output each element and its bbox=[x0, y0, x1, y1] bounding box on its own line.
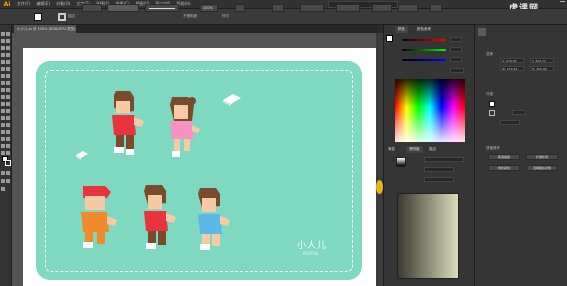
shape-builder-tool[interactable] bbox=[1, 94, 11, 100]
window-controls bbox=[560, 1, 565, 6]
menu-edit[interactable]: 编辑(E) bbox=[33, 1, 53, 7]
appearance-section-title: 外观 bbox=[486, 92, 493, 96]
ungroup-button[interactable]: 取消编组 bbox=[488, 154, 520, 160]
variable-width-profile[interactable] bbox=[107, 4, 139, 12]
blend-tool[interactable] bbox=[1, 129, 11, 135]
artboard-tool[interactable] bbox=[1, 143, 11, 149]
blue-value[interactable] bbox=[450, 57, 462, 62]
artwork-title: 小人儿 bbox=[297, 241, 328, 251]
cloud-icon bbox=[76, 151, 88, 160]
transform-section-title: 变换 bbox=[486, 52, 493, 56]
gradient-aspect-field[interactable] bbox=[424, 177, 454, 182]
tab-color[interactable]: 颜色 bbox=[395, 26, 408, 33]
recolor-button[interactable]: 重新着色 bbox=[488, 165, 520, 171]
perspective-tool[interactable] bbox=[1, 101, 11, 107]
width-field[interactable]: W: 153.29 bbox=[500, 66, 524, 71]
gradient-tool[interactable] bbox=[1, 115, 11, 121]
transform-button[interactable] bbox=[430, 4, 442, 12]
hex-value[interactable] bbox=[450, 68, 464, 73]
color-fill-swatch[interactable] bbox=[386, 35, 393, 42]
vertical-scrollbar[interactable] bbox=[376, 33, 383, 286]
app-logo: Ai bbox=[3, 0, 11, 8]
red-value[interactable] bbox=[450, 37, 462, 42]
menu-object[interactable]: 对象(O) bbox=[53, 1, 73, 7]
menu-file[interactable]: 文件(F) bbox=[14, 1, 33, 7]
y-position-field[interactable]: Y: 402.72 bbox=[530, 58, 554, 63]
type-tool[interactable] bbox=[1, 52, 11, 58]
green-slider[interactable] bbox=[402, 49, 446, 51]
style-dropdown[interactable] bbox=[235, 4, 245, 12]
paintbrush-tool[interactable] bbox=[1, 66, 11, 72]
blue-slider[interactable] bbox=[402, 59, 446, 61]
height-field[interactable]: H: 200.96 bbox=[530, 66, 554, 71]
tab-color-guide[interactable]: 颜色参考 bbox=[414, 26, 434, 33]
color-mode-buttons[interactable] bbox=[1, 170, 11, 176]
cursor-highlight-icon bbox=[376, 180, 383, 194]
boy-red-shirt-figure bbox=[112, 91, 144, 155]
document-tab[interactable]: 小人儿.ai @ 100% (RGB/GPU 预览) bbox=[14, 25, 76, 33]
gradient-angle-field[interactable] bbox=[424, 167, 454, 172]
eraser-tool[interactable] bbox=[1, 73, 11, 79]
boy-red-shirt-2-figure bbox=[144, 185, 176, 249]
pen-tool[interactable] bbox=[1, 45, 11, 51]
minimize-icon[interactable] bbox=[560, 1, 565, 6]
select-similar-button[interactable]: 选择相似对象 bbox=[526, 165, 558, 171]
width-tool[interactable] bbox=[1, 87, 11, 93]
x-field[interactable] bbox=[300, 4, 324, 12]
tab-gradient[interactable]: 渐变 bbox=[385, 146, 398, 153]
gradient-preview[interactable] bbox=[397, 193, 459, 279]
tab-transparency[interactable]: 透明度 bbox=[406, 146, 423, 153]
stroke-weight-field[interactable] bbox=[82, 4, 102, 12]
opacity-label: 不透明度 bbox=[183, 14, 197, 18]
screen-mode-button[interactable] bbox=[1, 186, 11, 192]
align-button[interactable] bbox=[272, 4, 284, 12]
style-label: 样式 bbox=[222, 14, 229, 18]
drawing-mode-buttons[interactable] bbox=[1, 178, 11, 184]
w-field[interactable] bbox=[372, 4, 392, 12]
stroke-swatch[interactable] bbox=[58, 13, 66, 21]
mesh-tool[interactable] bbox=[1, 108, 11, 114]
fill-swatch[interactable] bbox=[34, 13, 42, 21]
expand-appearance-button[interactable]: 扩展外观 bbox=[526, 154, 558, 160]
y-field[interactable] bbox=[336, 4, 360, 12]
gradient-type-dropdown[interactable] bbox=[424, 157, 464, 162]
symbol-sprayer-tool[interactable] bbox=[1, 136, 11, 142]
opacity-field[interactable]: 100% bbox=[200, 4, 218, 12]
stroke-color-icon[interactable] bbox=[5, 160, 11, 166]
red-slider[interactable] bbox=[402, 39, 446, 41]
magic-wand-tool[interactable] bbox=[1, 38, 11, 44]
tab-stroke[interactable]: 描边 bbox=[426, 146, 439, 153]
x-position-field[interactable]: X: 276.45 bbox=[500, 58, 524, 63]
stroke-label: 描边 bbox=[68, 14, 75, 18]
cloud-icon bbox=[223, 94, 241, 106]
green-value[interactable] bbox=[450, 47, 462, 52]
appearance-opacity-field[interactable] bbox=[500, 120, 520, 125]
appearance-stroke-swatch[interactable] bbox=[489, 110, 495, 116]
artwork-subtitle: PEOPLE bbox=[303, 251, 319, 256]
selection-tool[interactable] bbox=[1, 31, 11, 37]
eyedropper-tool[interactable] bbox=[1, 122, 11, 128]
appearance-stroke-field[interactable] bbox=[512, 110, 526, 115]
quick-actions-title: 快速操作 bbox=[486, 146, 500, 150]
boy-blue-shirt-figure bbox=[198, 188, 230, 250]
properties-icon[interactable] bbox=[478, 28, 486, 36]
rotate-tool[interactable] bbox=[1, 80, 11, 86]
rectangle-tool[interactable] bbox=[1, 59, 11, 65]
brush-definition[interactable] bbox=[145, 4, 179, 12]
appearance-fill-swatch[interactable] bbox=[489, 101, 495, 107]
h-field[interactable] bbox=[398, 4, 418, 12]
girl-pink-dress-figure bbox=[170, 97, 200, 157]
boy-orange-cap-figure bbox=[81, 186, 117, 248]
gradient-swatch[interactable] bbox=[396, 157, 406, 167]
color-spectrum[interactable] bbox=[395, 79, 465, 142]
